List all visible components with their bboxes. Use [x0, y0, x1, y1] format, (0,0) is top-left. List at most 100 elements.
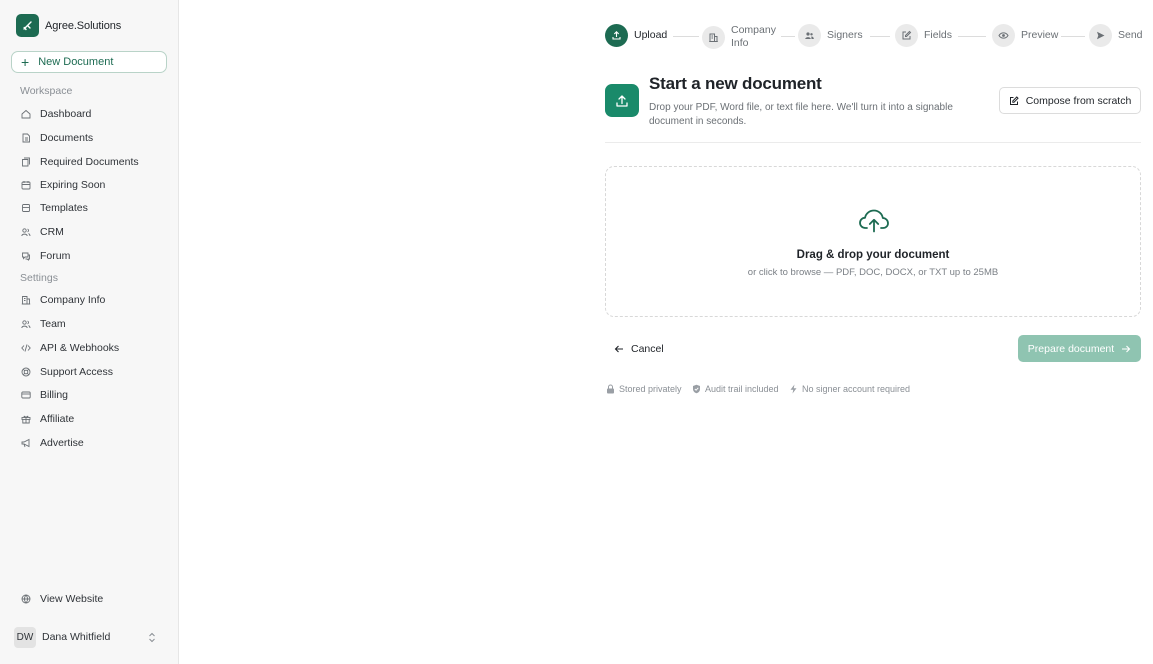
megaphone-icon	[21, 438, 30, 448]
step-upload[interactable]: Upload	[605, 24, 667, 47]
sidebar-item-label: CRM	[40, 226, 64, 238]
step-label: Send	[1118, 29, 1143, 41]
sidebar-item-label: Company Info	[40, 294, 106, 306]
send-icon	[1089, 24, 1112, 47]
lifebuoy-icon	[21, 367, 31, 377]
sidebar-item-documents[interactable]: Documents	[21, 129, 93, 147]
sidebar-item-api-webhooks[interactable]: API & Webhooks	[21, 339, 119, 357]
sidebar-item-crm[interactable]: CRM	[21, 223, 64, 241]
globe-icon	[21, 594, 31, 604]
badge-label: Stored privately	[619, 384, 682, 394]
step-connector	[870, 36, 890, 37]
badge-label: Audit trail included	[705, 384, 779, 394]
arrow-right-icon	[1122, 345, 1131, 352]
sidebar-item-advertise[interactable]: Advertise	[21, 434, 84, 452]
cancel-button[interactable]: Cancel	[614, 340, 664, 357]
lock-icon	[607, 384, 614, 394]
sidebar-item-label: API & Webhooks	[40, 342, 120, 354]
file-dropzone[interactable]: Drag & drop your document or click to br…	[605, 166, 1141, 317]
sidebar-item-team[interactable]: Team	[21, 315, 66, 333]
compose-from-scratch-button[interactable]: Compose from scratch	[999, 87, 1141, 114]
compose-button-label: Compose from scratch	[1025, 94, 1132, 107]
page-title: Start a new document	[649, 74, 822, 93]
cancel-label: Cancel	[631, 342, 664, 355]
settings-section-label: Settings	[20, 272, 58, 284]
step-signers[interactable]: Signers	[798, 24, 863, 47]
chevron-up-down-icon	[149, 632, 155, 642]
new-document-button[interactable]: + New Document	[11, 51, 167, 73]
users-icon	[798, 24, 821, 47]
step-label: Preview	[1021, 29, 1059, 41]
sidebar-item-expiring-soon[interactable]: Expiring Soon	[21, 176, 105, 194]
shield-check-icon	[693, 384, 700, 394]
sidebar-item-label: Required Documents	[40, 156, 139, 168]
sidebar-item-billing[interactable]: Billing	[21, 386, 68, 404]
badge-stored-privately: Stored privately	[606, 384, 682, 394]
users-icon	[21, 228, 31, 237]
view-website-link[interactable]: View Website	[21, 590, 103, 608]
divider	[605, 142, 1141, 143]
prepare-label: Prepare document	[1027, 342, 1115, 355]
template-icon	[22, 204, 30, 212]
building-icon	[21, 296, 31, 305]
chat-icon	[22, 252, 30, 261]
sidebar-item-label: Dashboard	[40, 108, 92, 120]
arrow-left-icon	[614, 345, 623, 352]
user-menu[interactable]: DW Dana Whitfield	[14, 626, 164, 648]
sidebar-item-templates[interactable]: Templates	[21, 199, 88, 217]
upload-icon	[605, 24, 628, 47]
badge-label: No signer account required	[802, 384, 911, 394]
step-label: Signers	[827, 29, 863, 41]
prepare-document-button[interactable]: Prepare document	[1018, 335, 1141, 362]
sidebar-item-label: Documents	[40, 132, 94, 144]
cloud-upload-icon	[859, 209, 889, 233]
sidebar-item-label: Forum	[40, 250, 71, 262]
brand-logo-icon	[16, 14, 39, 37]
edit-icon	[895, 24, 918, 47]
user-name: Dana Whitfield	[42, 631, 111, 643]
sidebar: Agree.Solutions + New Document Workspace…	[0, 0, 179, 664]
sidebar-item-affiliate[interactable]: Affiliate	[21, 410, 74, 428]
credit-card-icon	[21, 391, 31, 399]
building-icon	[702, 25, 725, 49]
eye-icon	[992, 24, 1015, 47]
step-fields[interactable]: Fields	[895, 24, 952, 47]
step-label: Fields	[924, 29, 953, 41]
step-connector	[958, 36, 986, 37]
sidebar-item-required-documents[interactable]: Required Documents	[21, 153, 139, 171]
avatar: DW	[14, 626, 36, 648]
sidebar-item-company-info[interactable]: Company Info	[21, 291, 105, 309]
sidebar-item-label: Affiliate	[40, 413, 75, 425]
step-connector	[673, 36, 699, 37]
sidebar-item-support-access[interactable]: Support Access	[21, 363, 113, 381]
documents-stack-icon	[22, 157, 30, 167]
sidebar-item-dashboard[interactable]: Dashboard	[21, 105, 91, 123]
step-label: Upload	[634, 29, 668, 41]
plus-icon: +	[21, 54, 30, 70]
sidebar-item-forum[interactable]: Forum	[21, 247, 70, 265]
step-company-info[interactable]: Company Info	[702, 24, 776, 50]
sidebar-item-label: Billing	[40, 389, 69, 401]
users-icon	[21, 320, 31, 329]
sidebar-item-label: Advertise	[40, 437, 84, 449]
upload-icon	[605, 84, 639, 117]
calendar-icon	[21, 181, 31, 190]
new-document-label: New Document	[38, 56, 114, 68]
sidebar-item-label: Templates	[40, 202, 88, 214]
sidebar-item-label: Expiring Soon	[40, 179, 106, 191]
step-send[interactable]: Send	[1089, 24, 1143, 47]
home-icon	[21, 109, 31, 119]
bolt-icon	[790, 384, 797, 394]
dropzone-subtitle: or click to browse — PDF, DOC, DOCX, or …	[747, 267, 999, 278]
sidebar-item-label: Team	[40, 318, 66, 330]
gift-icon	[21, 415, 31, 424]
code-icon	[21, 344, 31, 352]
brand[interactable]: Agree.Solutions	[16, 14, 121, 37]
edit-icon	[1009, 95, 1019, 105]
badge-no-signer-account: No signer account required	[789, 384, 910, 394]
workspace-section-label: Workspace	[20, 85, 73, 97]
step-connector	[1061, 36, 1085, 37]
brand-name: Agree.Solutions	[45, 19, 122, 32]
step-preview[interactable]: Preview	[992, 24, 1058, 47]
sidebar-item-label: Support Access	[40, 366, 113, 378]
